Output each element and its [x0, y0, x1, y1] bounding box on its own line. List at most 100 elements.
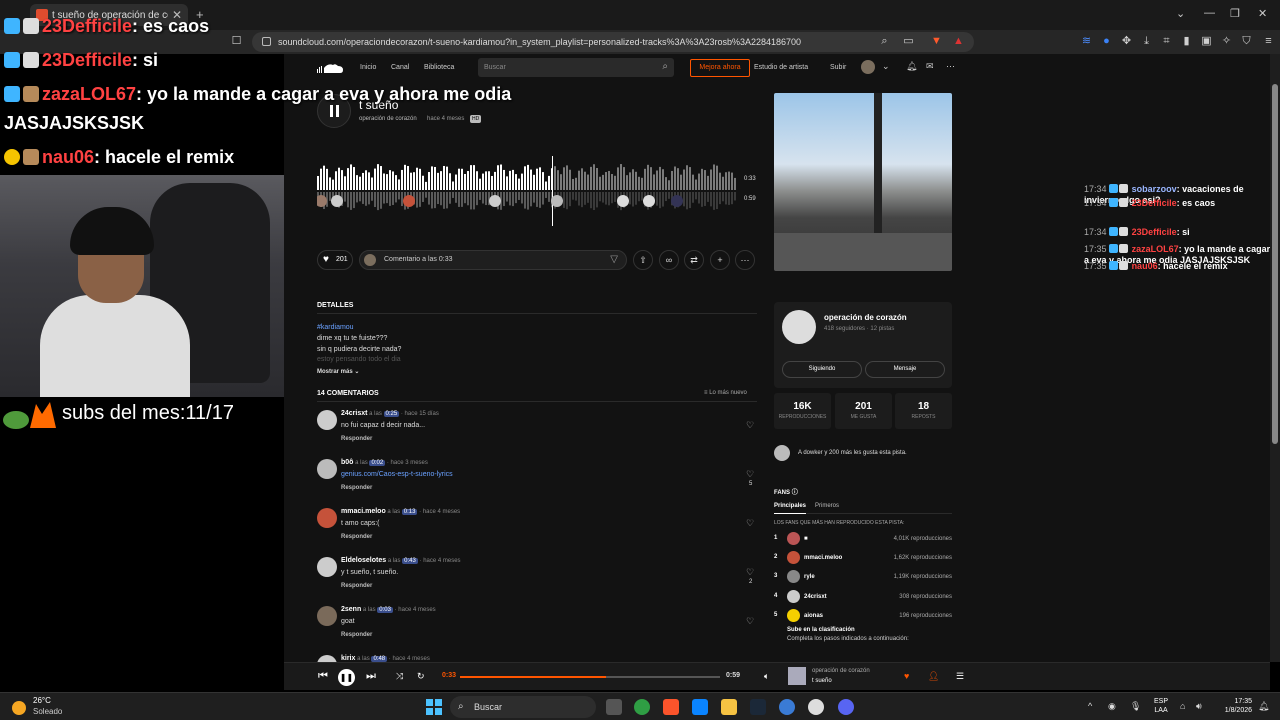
- playhead[interactable]: [552, 156, 553, 226]
- nav-for-artists[interactable]: Estudio de artista: [754, 64, 808, 71]
- chat-username[interactable]: sobarzoov: [1132, 184, 1177, 194]
- brave-rewards-icon[interactable]: ▲: [952, 35, 965, 48]
- avatar[interactable]: [317, 459, 337, 479]
- sidebar-icon[interactable]: ▮: [1180, 35, 1193, 48]
- discord-tray-icon[interactable]: ◉: [1108, 701, 1116, 712]
- comment-user[interactable]: kirix: [341, 655, 355, 662]
- avatar[interactable]: [787, 532, 800, 545]
- steam-icon[interactable]: [750, 699, 766, 715]
- minimize-button[interactable]: —: [1204, 7, 1215, 19]
- info-icon[interactable]: ⓘ: [792, 490, 798, 496]
- chrome-icon[interactable]: [634, 699, 650, 715]
- taskbar-search[interactable]: ⌕ Buscar: [450, 696, 596, 718]
- wallet-icon[interactable]: ▣: [1200, 35, 1213, 48]
- nav-feed[interactable]: Canal: [391, 64, 409, 71]
- avatar[interactable]: [787, 551, 800, 564]
- search-icon[interactable]: ⌕: [662, 61, 668, 72]
- track-artwork[interactable]: [774, 93, 952, 271]
- comment-text[interactable]: genius.com/Caos-esp-t-sueno-lyrics: [341, 471, 453, 478]
- brave-icon[interactable]: [663, 699, 679, 715]
- waveform-comment-avatar[interactable]: [317, 195, 327, 207]
- file-explorer-icon[interactable]: [721, 699, 737, 715]
- player-pause-button[interactable]: ❚❚: [338, 669, 355, 686]
- notification-icon[interactable]: 🔔︎: [1258, 701, 1269, 712]
- comment-timestamp[interactable]: 0:13: [401, 509, 418, 515]
- fan-row[interactable]: 5 aionas 196 reproducciones: [774, 609, 954, 625]
- vpn-icon[interactable]: ⛉: [1240, 35, 1253, 48]
- comment-user[interactable]: b0ô: [341, 459, 353, 466]
- comment-user[interactable]: Eldeloselotes: [341, 557, 386, 564]
- artist-name[interactable]: operación de corazón: [824, 313, 907, 322]
- chat-username[interactable]: nau06: [1132, 261, 1158, 271]
- comment-user[interactable]: 2senn: [341, 606, 361, 613]
- discord-icon[interactable]: [838, 699, 854, 715]
- tab-first-fans[interactable]: Primeros: [815, 503, 839, 509]
- heart-icon[interactable]: ♡: [746, 420, 754, 431]
- cast-icon[interactable]: ▭: [902, 35, 915, 48]
- fan-name[interactable]: mmaci.meloo: [804, 555, 842, 561]
- page-scrollbar[interactable]: [1270, 54, 1280, 662]
- more-icon[interactable]: ⋯: [735, 250, 755, 270]
- tab-list-button[interactable]: ⌄: [1176, 7, 1185, 20]
- avatar[interactable]: [317, 410, 337, 430]
- upgrade-button[interactable]: Mejora ahora: [690, 59, 750, 77]
- leo-icon[interactable]: ✧: [1220, 35, 1233, 48]
- chat-username[interactable]: 23Defficile: [1132, 198, 1177, 208]
- avatar[interactable]: [317, 557, 337, 577]
- heart-icon[interactable]: ♡: [746, 616, 754, 627]
- comment-timestamp[interactable]: 0:03: [377, 607, 393, 613]
- site-info-icon[interactable]: [262, 37, 271, 46]
- following-button[interactable]: Siguiendo: [782, 361, 862, 378]
- history-icon[interactable]: ⌗: [1160, 35, 1173, 48]
- repost-icon[interactable]: ⇄: [684, 250, 704, 270]
- comment-timestamp[interactable]: 0:43: [402, 558, 418, 564]
- climb-promo[interactable]: Sube en la clasificación Completa los pa…: [787, 627, 909, 642]
- fan-row[interactable]: 1 ■ 4,01K reproducciones: [774, 532, 954, 548]
- message-button[interactable]: Mensaje: [865, 361, 945, 378]
- url-field[interactable]: soundcloud.com/operaciondecorazon/t-suen…: [252, 32, 974, 52]
- filter-icon[interactable]: ▽: [610, 251, 618, 269]
- network-icon[interactable]: ⌂: [1180, 701, 1185, 711]
- menu-icon[interactable]: ≡: [1262, 35, 1275, 48]
- reply-button[interactable]: Responder: [341, 534, 372, 540]
- avatar[interactable]: [317, 655, 337, 662]
- like-icon[interactable]: ♥: [904, 671, 909, 681]
- comment-user[interactable]: 24crisxt: [341, 410, 367, 417]
- extension-icon[interactable]: ●: [1100, 35, 1113, 48]
- heart-icon[interactable]: ♡: [746, 469, 754, 480]
- mic-icon[interactable]: 🎙︎: [1130, 701, 1141, 712]
- heart-icon[interactable]: ♡: [746, 518, 754, 529]
- soundcloud-logo-icon[interactable]: [316, 62, 344, 74]
- nav-library[interactable]: Biblioteca: [424, 64, 454, 71]
- search-input[interactable]: Buscar ⌕: [478, 58, 674, 77]
- chat-username[interactable]: zazaLOL67: [1132, 244, 1179, 254]
- maximize-button[interactable]: ❐: [1230, 7, 1240, 20]
- download-icon[interactable]: ⤓: [1140, 35, 1153, 48]
- fan-row[interactable]: 4 24crisxt 308 reproducciones: [774, 590, 954, 606]
- fan-name[interactable]: 24crisxt: [804, 594, 827, 600]
- comment-timestamp[interactable]: 0:02: [369, 460, 386, 466]
- close-window-button[interactable]: ✕: [1258, 7, 1267, 20]
- queue-icon[interactable]: ☰: [956, 671, 964, 682]
- share-icon[interactable]: ⇧: [633, 250, 653, 270]
- weather-temp[interactable]: 26°C: [33, 696, 51, 705]
- comment-user[interactable]: mmaci.meloo: [341, 508, 386, 515]
- waveform[interactable]: [317, 156, 737, 226]
- comment-input[interactable]: Comentario a las 0:33 ▽: [359, 250, 627, 270]
- avatar[interactable]: [782, 310, 816, 344]
- avatar[interactable]: [787, 609, 800, 622]
- edge-icon[interactable]: [779, 699, 795, 715]
- brave-shields-icon[interactable]: ▼: [930, 35, 943, 48]
- messages-icon[interactable]: ✉: [926, 61, 934, 72]
- extensions-puzzle-icon[interactable]: ✥: [1120, 35, 1133, 48]
- reply-button[interactable]: Responder: [341, 485, 372, 491]
- waveform-comment-avatar[interactable]: [403, 195, 415, 207]
- player-progress-bar[interactable]: [460, 676, 720, 678]
- player-title[interactable]: t sueño: [812, 678, 832, 684]
- show-more-button[interactable]: Mostrar más ⌄: [317, 368, 359, 375]
- add-to-playlist-icon[interactable]: +: [710, 250, 730, 270]
- description-tag[interactable]: #kardiamou: [317, 324, 354, 331]
- clock[interactable]: 17:35 1/8/2026: [1216, 697, 1252, 715]
- like-button[interactable]: ♥ 201: [317, 250, 353, 270]
- avatar[interactable]: [787, 570, 800, 583]
